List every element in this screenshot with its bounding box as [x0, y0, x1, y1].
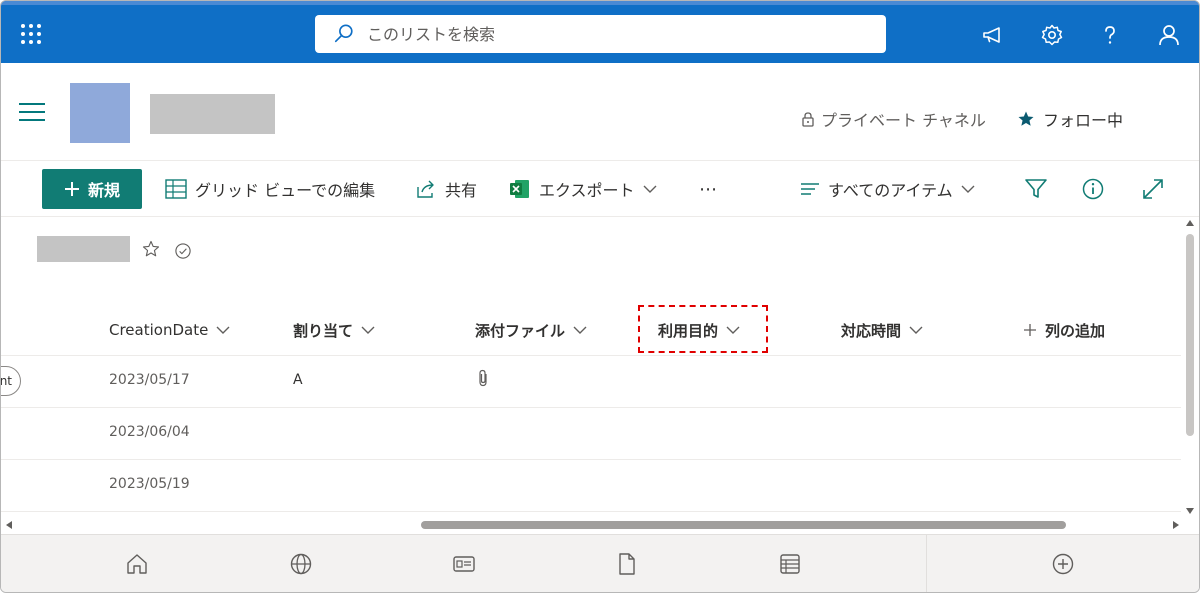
filter-icon[interactable] [1024, 177, 1048, 201]
scroll-down-arrow[interactable] [1186, 508, 1194, 514]
help-icon[interactable] [1098, 23, 1122, 47]
bottom-nav-bar [1, 534, 1199, 592]
table-cell-assigned: A [293, 372, 303, 388]
scroll-up-arrow[interactable] [1186, 220, 1194, 226]
document-icon[interactable] [615, 552, 639, 576]
scroll-right-arrow[interactable] [1173, 521, 1179, 529]
more-button[interactable]: ⋯ [699, 177, 717, 201]
app-launcher-icon[interactable] [21, 24, 41, 44]
follow-button[interactable]: フォロー中 [1017, 108, 1123, 130]
globe-icon[interactable] [289, 552, 313, 576]
expand-icon[interactable] [1141, 177, 1165, 201]
suite-bar [1, 1, 1199, 63]
new-item-label: 新規 [87, 181, 120, 200]
view-label: すべてのアイテム [828, 181, 953, 200]
star-filled-icon [1018, 111, 1034, 126]
list-title-redacted [37, 236, 130, 262]
header-divider [1, 160, 1199, 161]
grid-edit-button[interactable]: グリッド ビューでの編集 [165, 177, 375, 201]
row-divider [1, 407, 1181, 408]
row-divider [1, 459, 1181, 460]
list-icon[interactable] [778, 552, 802, 576]
search-icon [334, 24, 353, 43]
private-channel-label: プライベート チャネル [801, 108, 986, 130]
chevron-down-icon [361, 326, 375, 334]
news-icon[interactable] [452, 552, 476, 576]
megaphone-icon[interactable] [981, 23, 1005, 47]
excel-icon [510, 180, 529, 198]
horizontal-scrollbar-thumb[interactable] [421, 521, 1066, 529]
vertical-scrollbar-thumb[interactable] [1186, 234, 1194, 436]
row-persona-chip[interactable]: nt [0, 366, 21, 396]
chevron-down-icon [961, 185, 975, 193]
plus-icon [1024, 324, 1036, 336]
column-header-assigned[interactable]: 割り当て [293, 317, 375, 343]
scroll-left-arrow[interactable] [6, 521, 12, 529]
column-header-label: 対応時間 [841, 321, 902, 340]
table-cell-date: 2023/06/04 [109, 424, 190, 440]
grid-icon [165, 179, 187, 199]
bottom-nav-divider [926, 535, 927, 592]
column-header-label: 添付ファイル [475, 321, 566, 340]
export-button[interactable]: エクスポート [509, 177, 657, 201]
column-header-label: CreationDate [109, 321, 209, 339]
site-title-redacted [150, 94, 275, 134]
share-button[interactable]: 共有 [415, 177, 477, 201]
paperclip-icon[interactable] [477, 369, 489, 387]
row-divider [1, 355, 1181, 356]
grid-edit-label: グリッド ビューでの編集 [195, 181, 376, 200]
private-channel-text: プライベート チャネル [821, 111, 986, 130]
chevron-down-icon [909, 326, 923, 334]
info-icon[interactable] [1081, 177, 1105, 201]
share-icon [417, 180, 434, 198]
star-icon[interactable] [142, 240, 160, 258]
chevron-down-icon [216, 326, 230, 334]
person-icon[interactable] [1157, 23, 1181, 47]
column-header-response-time[interactable]: 対応時間 [841, 317, 923, 343]
highlight-annotation [638, 305, 768, 353]
command-bar-divider [1, 216, 1199, 217]
hamburger-icon[interactable] [19, 103, 45, 121]
add-column-label: 列の追加 [1045, 321, 1106, 340]
chevron-down-icon [643, 185, 657, 193]
home-icon[interactable] [125, 552, 149, 576]
table-cell-date: 2023/05/17 [109, 372, 190, 388]
row-divider [1, 511, 1181, 512]
search-input[interactable] [367, 15, 867, 53]
share-label: 共有 [445, 181, 478, 200]
follow-label: フォロー中 [1043, 111, 1124, 130]
column-header-attachments[interactable]: 添付ファイル [475, 317, 587, 343]
search-box[interactable] [315, 15, 886, 53]
checkmark-circle-icon[interactable] [174, 242, 192, 260]
add-icon[interactable] [1051, 552, 1075, 576]
plus-icon [64, 182, 79, 196]
site-logo[interactable] [70, 83, 130, 143]
lock-icon [802, 112, 814, 127]
add-column-button[interactable]: 列の追加 [1023, 317, 1105, 343]
column-header-creationdate[interactable]: CreationDate [109, 317, 230, 343]
column-header-label: 割り当て [293, 321, 354, 340]
browser-frame: プライベート チャネル フォロー中 新規 グリッド ビューでの編集 共有 [0, 0, 1200, 593]
view-list-icon [801, 183, 819, 195]
more-icon: ⋯ [699, 178, 717, 200]
view-selector[interactable]: すべてのアイテム [800, 177, 975, 201]
export-label: エクスポート [539, 181, 635, 200]
new-item-button[interactable]: 新規 [42, 169, 142, 209]
row-chip-text: nt [0, 374, 12, 388]
table-cell-date: 2023/05/19 [109, 476, 190, 492]
chevron-down-icon [573, 326, 587, 334]
gear-icon[interactable] [1040, 23, 1064, 47]
